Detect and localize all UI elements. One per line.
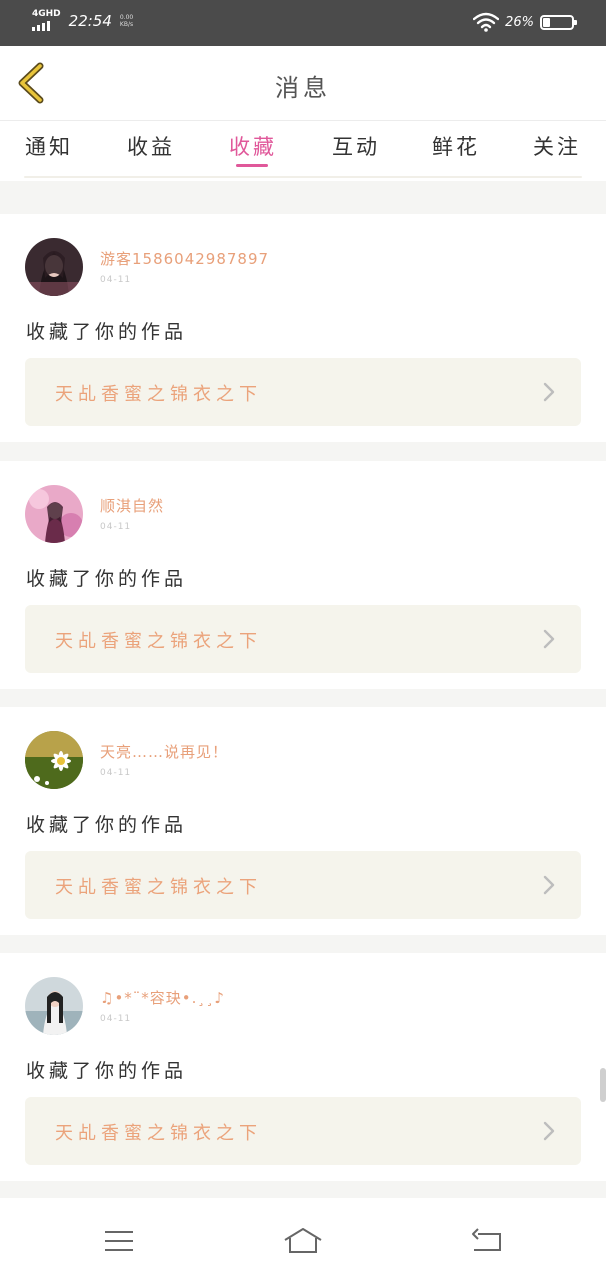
message-card: ♫•*¨*容玦•.¸¸♪ 04-11 收藏了你的作品 天乩香蜜之锦衣之下 xyxy=(0,953,606,1181)
message-action: 收藏了你的作品 xyxy=(26,1060,188,1082)
avatar-image xyxy=(25,731,83,789)
work-link[interactable]: 天乩香蜜之锦衣之下 xyxy=(25,851,581,919)
tab-flowers[interactable]: 鲜花 xyxy=(421,131,491,161)
wifi-icon xyxy=(473,12,500,32)
network-speed-value: 0.00 xyxy=(119,13,134,21)
return-icon xyxy=(472,1228,501,1251)
message-card: 游客1586042987897 04-11 收藏了你的作品 天乩香蜜之锦衣之下 xyxy=(0,214,606,442)
chevron-right-icon xyxy=(543,875,555,895)
message-date: 04-11 xyxy=(100,275,132,285)
app-header: 消息 xyxy=(0,46,606,121)
status-right: 26% xyxy=(473,12,577,32)
message-date: 04-11 xyxy=(100,1014,132,1024)
tab-favorites[interactable]: 收藏 xyxy=(218,131,288,161)
chevron-right-icon xyxy=(543,1121,555,1141)
work-title: 天乩香蜜之锦衣之下 xyxy=(55,877,262,898)
status-left: 4GHD 22:54 0.00 KB/s xyxy=(32,10,133,31)
tab-following[interactable]: 关注 xyxy=(522,131,592,161)
active-tab-indicator xyxy=(236,164,268,167)
scrollbar-thumb[interactable] xyxy=(600,1068,606,1102)
tab-notifications[interactable]: 通知 xyxy=(14,131,84,161)
network-speed: 0.00 KB/s xyxy=(120,14,133,28)
clock: 22:54 xyxy=(68,11,112,30)
tabs-divider xyxy=(24,176,582,178)
work-link[interactable]: 天乩香蜜之锦衣之下 xyxy=(25,605,581,673)
message-card: 顺淇自然 04-11 收藏了你的作品 天乩香蜜之锦衣之下 xyxy=(0,461,606,689)
tab-interactions[interactable]: 互动 xyxy=(321,131,391,161)
work-link[interactable]: 天乩香蜜之锦衣之下 xyxy=(25,358,581,426)
message-action: 收藏了你的作品 xyxy=(26,321,188,343)
avatar[interactable] xyxy=(25,485,83,543)
avatar[interactable] xyxy=(25,731,83,789)
message-date: 04-11 xyxy=(100,522,132,532)
signal-bars-icon xyxy=(32,21,52,31)
username[interactable]: 天亮……说再见！ xyxy=(100,741,228,762)
avatar[interactable] xyxy=(25,238,83,296)
work-title: 天乩香蜜之锦衣之下 xyxy=(55,384,262,405)
username[interactable]: 游客1586042987897 xyxy=(100,248,269,269)
battery-fill xyxy=(543,17,550,27)
battery-percent: 26% xyxy=(505,14,534,30)
message-action: 收藏了你的作品 xyxy=(26,814,188,836)
system-nav-bar xyxy=(0,1198,606,1280)
chevron-right-icon xyxy=(543,629,555,649)
avatar-image xyxy=(25,238,83,296)
menu-button[interactable] xyxy=(100,1226,140,1256)
message-card: 天亮……说再见！ 04-11 收藏了你的作品 天乩香蜜之锦衣之下 xyxy=(0,707,606,935)
message-action: 收藏了你的作品 xyxy=(26,568,188,590)
avatar-image xyxy=(25,977,83,1035)
status-bar: 4GHD 22:54 0.00 KB/s 26% xyxy=(0,0,606,46)
tab-earnings[interactable]: 收益 xyxy=(116,131,186,161)
page-title: 消息 xyxy=(275,74,331,102)
return-button[interactable] xyxy=(468,1226,508,1256)
home-button[interactable] xyxy=(283,1226,323,1256)
username[interactable]: 顺淇自然 xyxy=(100,495,164,516)
work-link[interactable]: 天乩香蜜之锦衣之下 xyxy=(25,1097,581,1165)
work-title: 天乩香蜜之锦衣之下 xyxy=(55,1123,262,1144)
network-speed-unit: KB/s xyxy=(119,20,134,28)
tab-bar: 通知 收益 收藏 互动 鲜花 关注 xyxy=(0,121,606,181)
username[interactable]: ♫•*¨*容玦•.¸¸♪ xyxy=(100,987,225,1008)
menu-icon xyxy=(105,1231,133,1251)
avatar[interactable] xyxy=(25,977,83,1035)
avatar-image xyxy=(25,485,83,543)
chevron-right-icon xyxy=(543,382,555,402)
signal-indicator: 4GHD xyxy=(32,10,61,31)
work-title: 天乩香蜜之锦衣之下 xyxy=(55,631,262,652)
battery-icon xyxy=(540,14,577,30)
home-icon xyxy=(284,1228,322,1253)
message-date: 04-11 xyxy=(100,768,132,778)
network-type-label: 4GHD xyxy=(32,9,61,19)
